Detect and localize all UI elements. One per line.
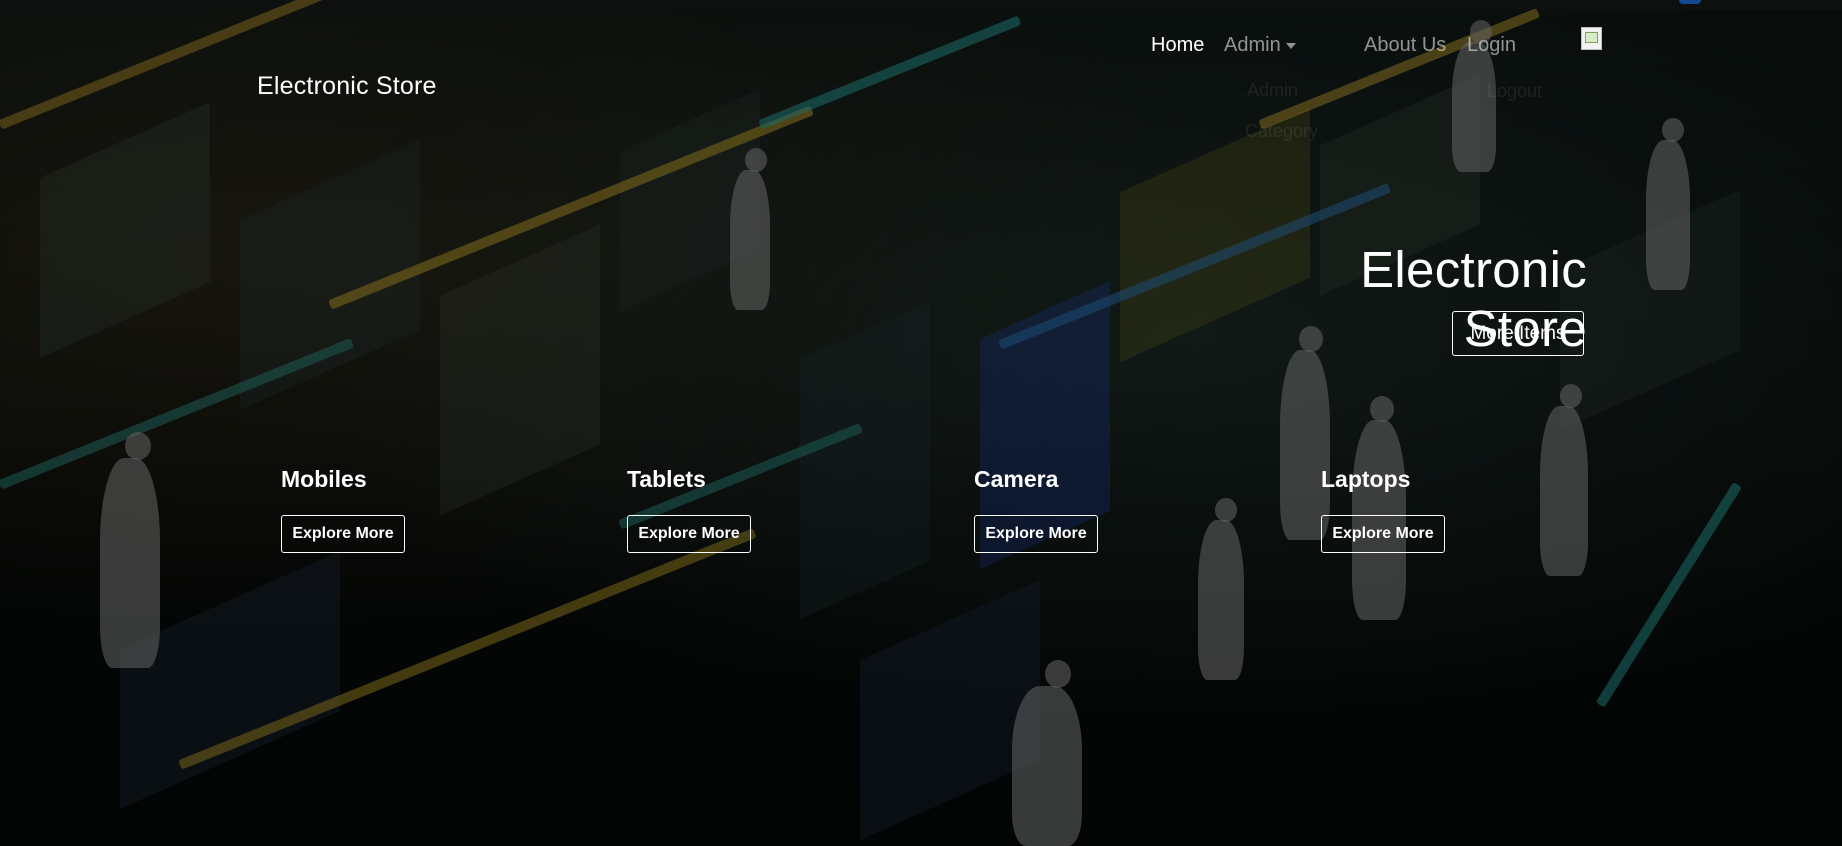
nav-about-link[interactable]: About Us [1364, 34, 1446, 57]
category-title-mobiles: Mobiles [281, 466, 367, 492]
category-title-camera: Camera [974, 466, 1059, 492]
page: Electronic Store Home Admin About Us Log… [0, 0, 1842, 846]
more-items-button[interactable]: More Items [1452, 311, 1584, 356]
brand-logo-text[interactable]: Electronic Store [257, 72, 437, 101]
nav-login-link[interactable]: Login [1467, 34, 1516, 57]
broken-image-icon[interactable] [1581, 27, 1602, 50]
dropdown-item-admin[interactable]: Admin [1247, 80, 1298, 101]
caret-down-icon [1285, 42, 1296, 49]
explore-tablets-button[interactable]: Explore More [627, 515, 751, 553]
background-overlay [0, 0, 1842, 846]
explore-laptops-button[interactable]: Explore More [1321, 515, 1445, 553]
nav-admin-label: Admin [1224, 34, 1281, 56]
dropdown-item-category[interactable]: Category [1245, 121, 1318, 142]
category-title-laptops: Laptops [1321, 466, 1411, 492]
category-title-tablets: Tablets [627, 466, 706, 492]
explore-mobiles-button[interactable]: Explore More [281, 515, 405, 553]
dropdown-item-logout[interactable]: Logout [1487, 81, 1542, 102]
explore-camera-button[interactable]: Explore More [974, 515, 1098, 553]
nav-home-link[interactable]: Home [1151, 34, 1204, 57]
nav-admin-dropdown[interactable]: Admin [1224, 34, 1296, 57]
